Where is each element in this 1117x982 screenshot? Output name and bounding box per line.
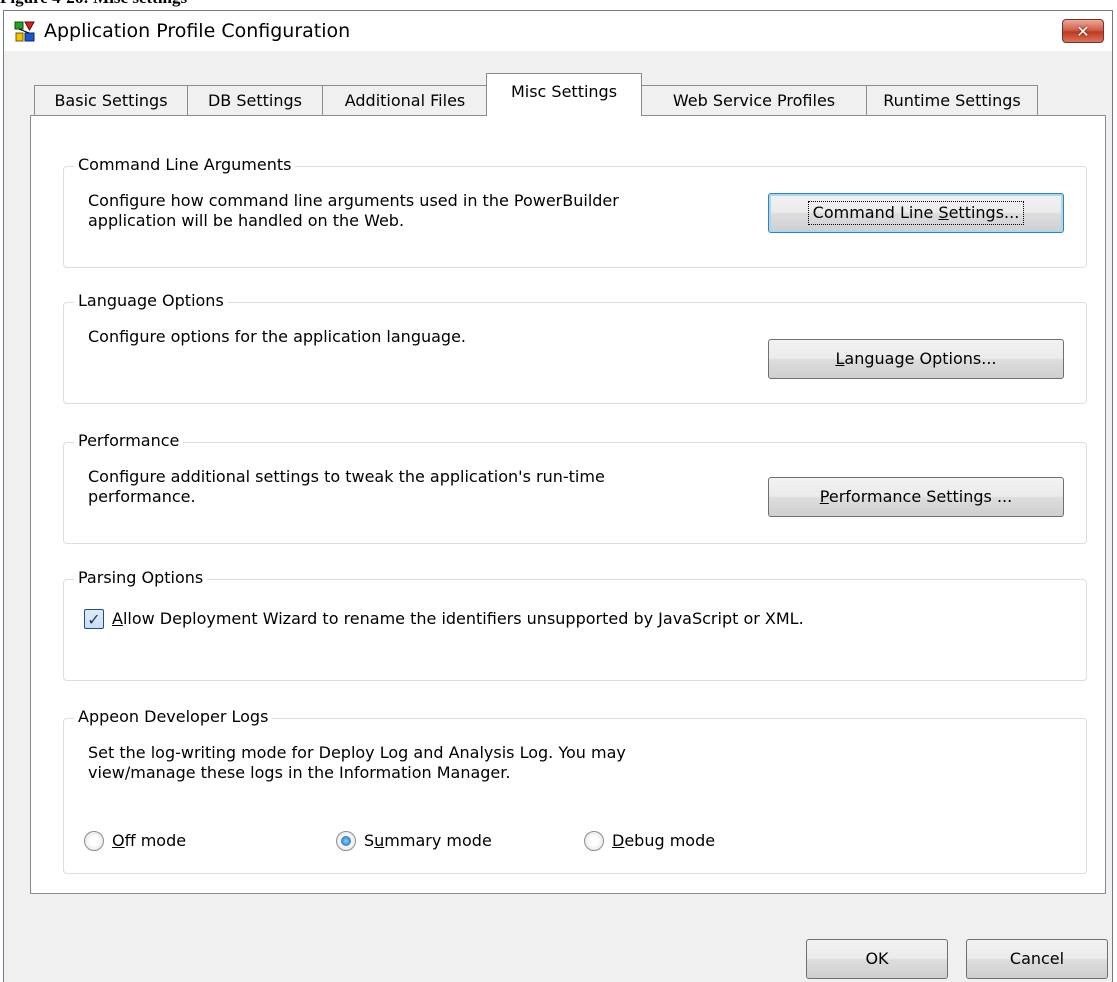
group-title: Appeon Developer Logs	[74, 706, 273, 728]
summary-mode-radio[interactable]	[336, 831, 356, 851]
group-description: Configure how command line arguments use…	[88, 191, 619, 230]
group-description: Set the log-writing mode for Deploy Log …	[88, 743, 626, 782]
performance-settings-button[interactable]: Performance Settings ...	[768, 477, 1064, 517]
group-title: Language Options	[74, 290, 228, 312]
language-options-button[interactable]: Language Options...	[768, 339, 1064, 379]
group-title: Parsing Options	[74, 567, 208, 589]
debug-mode-label[interactable]: Debug mode	[612, 831, 715, 851]
tab-db-settings[interactable]: DB Settings	[187, 85, 323, 115]
appeon-developer-logs-group: Appeon Developer Logs Set the log-writin…	[63, 706, 1087, 874]
application-profile-dialog: Application Profile Configuration ✕ Basi…	[3, 10, 1113, 982]
cancel-button[interactable]: Cancel	[966, 939, 1108, 979]
appeon-app-icon	[14, 21, 35, 42]
tab-misc-settings[interactable]: Misc Settings	[486, 73, 642, 116]
debug-mode-radio[interactable]	[584, 831, 604, 851]
group-title: Performance	[74, 430, 184, 452]
figure-caption: Figure 4-26: Misc settings	[0, 0, 187, 8]
language-options-group: Language Options Configure options for t…	[63, 290, 1087, 404]
title-bar: Application Profile Configuration ✕	[4, 11, 1112, 51]
misc-settings-panel: Command Line Arguments Configure how com…	[30, 115, 1106, 894]
off-mode-radio[interactable]	[84, 831, 104, 851]
window-title: Application Profile Configuration	[44, 20, 351, 42]
parsing-options-group: Parsing Options ✓ Allow Deployment Wizar…	[63, 567, 1087, 681]
tab-web-service-profiles[interactable]: Web Service Profiles	[641, 85, 867, 115]
summary-mode-label[interactable]: Summary mode	[364, 831, 492, 851]
command-line-arguments-group: Command Line Arguments Configure how com…	[63, 154, 1087, 268]
checkmark-icon: ✓	[87, 609, 101, 629]
group-description: Configure additional settings to tweak t…	[88, 467, 605, 506]
group-title: Command Line Arguments	[74, 154, 296, 176]
rename-identifiers-checkbox[interactable]: ✓	[84, 609, 104, 629]
ok-button[interactable]: OK	[806, 939, 948, 979]
close-button[interactable]: ✕	[1062, 19, 1104, 43]
close-icon: ✕	[1076, 21, 1090, 41]
off-mode-label[interactable]: Off mode	[112, 831, 186, 851]
group-description: Configure options for the application la…	[88, 327, 466, 346]
tab-runtime-settings[interactable]: Runtime Settings	[866, 85, 1038, 115]
performance-group: Performance Configure additional setting…	[63, 430, 1087, 544]
tab-additional-files[interactable]: Additional Files	[322, 85, 488, 115]
command-line-settings-button[interactable]: Command Line Settings...	[768, 193, 1064, 233]
tab-basic-settings[interactable]: Basic Settings	[34, 85, 188, 115]
rename-identifiers-label[interactable]: Allow Deployment Wizard to rename the id…	[112, 609, 804, 629]
